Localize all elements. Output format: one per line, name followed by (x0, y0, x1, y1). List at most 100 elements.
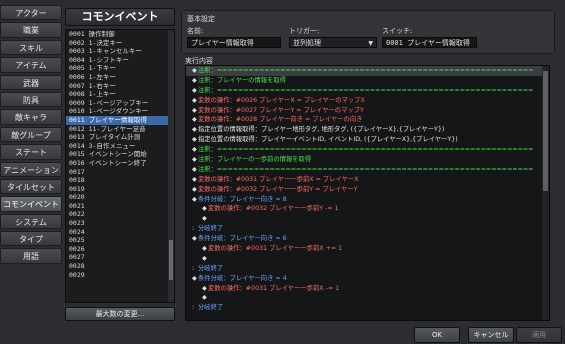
list-item[interactable]: 0020 (66, 193, 174, 202)
list-item[interactable]: 0007 1-右キー (66, 82, 174, 91)
apply-button[interactable]: 適用 (516, 327, 562, 343)
command-row[interactable]: ◆変数の操作：#0032 プレイヤー一歩前Y = プレイヤーY (186, 185, 549, 195)
command-row[interactable]: : 分岐終了 (186, 264, 549, 274)
command-row[interactable]: ◆指定位置の情報取得：プレイヤーイベントID, イベントID, ({プレイヤーX… (186, 135, 549, 145)
list-item[interactable]: 0010 1-ページダウンキー (66, 107, 174, 116)
tab-6[interactable]: 敵キャラ (0, 109, 62, 125)
list-item[interactable]: 0023 (66, 219, 174, 228)
change-max-button[interactable]: 最大数の変更... (65, 307, 175, 321)
tab-12[interactable]: システム (0, 213, 62, 230)
tab-5[interactable]: 防具 (0, 91, 62, 108)
command-row[interactable]: ◆変数の操作：#0031 プレイヤー一歩前X = プレイヤーX (186, 175, 549, 185)
switch-label: スイッチ: (382, 27, 413, 35)
name-field[interactable]: プレイヤー情報取得 (187, 37, 281, 48)
command-row[interactable]: ◆変数の操作：#0028 プレイヤー向き = プレイヤーの向き (186, 115, 549, 125)
exec-scrollbar[interactable] (542, 66, 549, 320)
command-row[interactable]: ◆変数の操作：#0032 プレイヤー一歩前Y -= 1 (186, 204, 549, 214)
command-row[interactable]: ◆変数の操作：#0031 プレイヤー一歩前X += 1 (186, 244, 549, 254)
tab-3[interactable]: アイテム (0, 57, 62, 73)
command-text: 変数の操作：#0031 プレイヤー一歩前X -= 1 (208, 284, 340, 292)
list-item[interactable]: 0006 1-左キー (66, 73, 174, 82)
basic-settings-title: 基本設定 (187, 15, 215, 23)
command-row[interactable]: ◆注釈：====================================… (186, 86, 549, 96)
list-item[interactable]: 0021 (66, 202, 174, 211)
command-row[interactable]: ◆注釈：プレイヤーの情報を取得 (186, 76, 549, 86)
tab-11[interactable]: コモンイベント (0, 196, 62, 212)
list-item[interactable]: 0015 イベントシーン開始 (66, 150, 174, 159)
list-item[interactable]: 0008 1-上キー (66, 90, 174, 99)
command-marker: ◆ (202, 215, 207, 223)
command-text: 分岐終了 (198, 304, 224, 312)
list-item[interactable]: 0029 (66, 271, 174, 280)
tab-2[interactable]: スキル (0, 39, 62, 56)
common-event-list[interactable]: 0001 操作制御 0002 1-決定キー 0003 1-キャンセルキー 0004 1… (65, 29, 175, 303)
cancel-button[interactable]: キャンセル (468, 327, 514, 343)
list-item[interactable]: 0013 プレイタイム計測 (66, 133, 174, 142)
exec-scrollbar-thumb[interactable] (543, 71, 548, 191)
command-row[interactable]: ◆変数の操作：#0026 プレイヤーX = プレイヤーのマップX (186, 96, 549, 106)
command-row[interactable]: ◆変数の操作：#0027 プレイヤーY = プレイヤーのマップY (186, 106, 549, 116)
list-item[interactable]: 0028 (66, 262, 174, 271)
tab-14[interactable]: 用語 (0, 248, 62, 264)
command-row[interactable]: ◆注釈：====================================… (186, 165, 549, 175)
command-row[interactable]: : 分岐終了 (186, 224, 549, 234)
trigger-select[interactable]: 並列処理 ▼ (289, 37, 377, 48)
tab-4[interactable]: 武器 (0, 74, 62, 90)
tab-0[interactable]: アクター (0, 5, 62, 21)
command-text: 変数の操作：#0027 プレイヤーY = プレイヤーのマップY (198, 106, 364, 114)
list-item[interactable]: 0022 (66, 210, 174, 219)
list-item[interactable]: 0001 操作制御 (66, 30, 174, 39)
list-item[interactable]: 0026 (66, 245, 174, 254)
name-label: 名前: (187, 27, 204, 35)
command-text: 条件分岐：プレイヤー向き = 8 (198, 195, 287, 203)
list-item[interactable]: 0016 イベントシーン終了 (66, 159, 174, 168)
list-item[interactable]: 0018 (66, 176, 174, 185)
list-item[interactable]: 0002 1-決定キー (66, 39, 174, 48)
tab-9[interactable]: アニメーション (0, 161, 62, 177)
command-text: 変数の操作：#0032 プレイヤー一歩前Y = プレイヤーY (198, 185, 358, 193)
list-item[interactable]: 0012 11-プレイヤー足音 (66, 125, 174, 134)
command-text: 分岐終了 (198, 264, 224, 272)
trigger-label: トリガー: (289, 27, 320, 35)
basic-settings-panel: 基本設定 名前: プレイヤー情報取得 トリガー: 並列処理 ▼ スイッチ: 00… (181, 10, 555, 54)
command-row[interactable]: ◆ (186, 254, 549, 264)
list-item[interactable]: 0019 (66, 185, 174, 194)
command-row[interactable]: ◆注釈：====================================… (186, 145, 549, 155)
list-item[interactable]: 0004 1-シフトキー (66, 56, 174, 65)
list-item[interactable]: 0005 1-下キー (66, 64, 174, 73)
list-scrollbar[interactable] (168, 30, 174, 302)
command-row[interactable]: ◆注釈：プレイヤーの一歩前の情報を取得 (186, 155, 549, 165)
command-text: 条件分岐：プレイヤー向き = 4 (198, 274, 287, 282)
command-row[interactable]: ◆注釈：====================================… (186, 66, 549, 76)
command-marker: ◆ (202, 294, 207, 302)
list-item[interactable]: 0003 1-キャンセルキー (66, 47, 174, 56)
command-row[interactable]: ◆条件分岐：プレイヤー向き = 4 (186, 274, 549, 284)
command-text: 変数の操作：#0031 プレイヤー一歩前X += 1 (208, 245, 343, 253)
list-item[interactable]: 0027 (66, 253, 174, 262)
list-item[interactable]: 0011 プレイヤー情報取得 (66, 115, 174, 125)
command-row[interactable]: ◆条件分岐：プレイヤー向き = 8 (186, 195, 549, 205)
tab-8[interactable]: ステート (0, 144, 62, 160)
tab-7[interactable]: 敵グループ (0, 126, 62, 143)
command-text: 指定位置の情報取得：プレイヤー地形タグ, 地形タグ, ({プレイヤーX},{プレ… (198, 126, 445, 134)
chevron-down-icon: ▼ (368, 40, 373, 47)
switch-field[interactable]: 0001 プレイヤー情報取得 (382, 37, 477, 48)
common-event-title: コモンイベント (65, 8, 175, 26)
command-row[interactable]: ◆条件分岐：プレイヤー向き = 6 (186, 234, 549, 244)
tab-10[interactable]: タイルセット (0, 178, 62, 195)
tab-1[interactable]: 職業 (0, 22, 62, 38)
command-row[interactable]: : 分岐終了 (186, 303, 549, 313)
list-item[interactable]: 0025 (66, 236, 174, 245)
list-item[interactable]: 0017 (66, 168, 174, 177)
command-row[interactable]: ◆ (186, 293, 549, 303)
event-command-list[interactable]: ◆ 注釈：====================================… (185, 65, 550, 321)
command-row[interactable]: ◆ (186, 214, 549, 224)
list-item[interactable]: 0024 (66, 228, 174, 237)
ok-button[interactable]: OK (414, 327, 460, 343)
command-row[interactable]: ◆指定位置の情報取得：プレイヤー地形タグ, 地形タグ, ({プレイヤーX},{プ… (186, 125, 549, 135)
command-row[interactable]: ◆変数の操作：#0031 プレイヤー一歩前X -= 1 (186, 284, 549, 294)
command-text: 変数の操作：#0026 プレイヤーX = プレイヤーのマップX (198, 96, 365, 104)
tab-13[interactable]: タイプ (0, 231, 62, 247)
list-scrollbar-thumb[interactable] (169, 240, 173, 280)
command-text: 注釈：=====================================… (198, 146, 534, 154)
